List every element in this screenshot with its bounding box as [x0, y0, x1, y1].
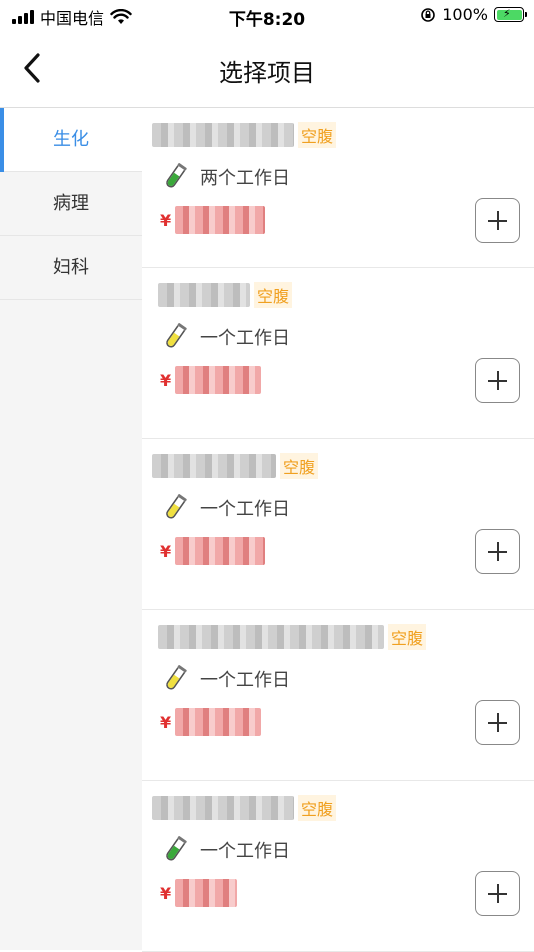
list-item: 空腹 一个工作日 ¥: [142, 268, 534, 439]
test-tube-icon: [166, 665, 187, 690]
fasting-tag: 空腹: [280, 453, 319, 479]
currency-symbol: ¥: [160, 541, 172, 561]
fasting-tag: 空腹: [388, 624, 427, 650]
item-name-redacted: [152, 454, 276, 478]
add-button[interactable]: [475, 358, 520, 403]
test-tube-icon: [166, 494, 187, 519]
test-tube-icon: [166, 163, 187, 188]
list-item: 空腹 一个工作日 ¥: [142, 439, 534, 610]
add-button[interactable]: [475, 700, 520, 745]
sidebar-item-biochemistry[interactable]: 生化: [0, 108, 142, 172]
list-item: 空腹 两个工作日 ¥: [142, 108, 534, 268]
fasting-tag: 空腹: [298, 795, 337, 821]
add-button[interactable]: [475, 871, 520, 916]
list-item: 空腹 一个工作日 ¥: [142, 781, 534, 952]
orientation-lock-icon: [421, 7, 436, 22]
item-list: 空腹 两个工作日 ¥ 空腹 一个工作日 ¥ 空腹 一个工作日 ¥ 空腹 一个工作…: [142, 108, 534, 952]
price-redacted: [175, 206, 266, 234]
nav-bar: 选择项目: [0, 30, 534, 108]
price-redacted: [175, 708, 262, 736]
test-tube-icon: [166, 323, 187, 348]
page-title: 选择项目: [219, 59, 315, 87]
price-redacted: [175, 879, 238, 907]
price-redacted: [175, 537, 266, 565]
fasting-tag: 空腹: [254, 282, 293, 308]
add-button[interactable]: [475, 198, 520, 243]
battery-percent: 100%: [442, 5, 488, 24]
turnaround-time: 一个工作日: [200, 841, 290, 862]
item-name-redacted: [158, 283, 250, 307]
currency-symbol: ¥: [160, 370, 172, 390]
currency-symbol: ¥: [160, 712, 172, 732]
sidebar-item-gynecology[interactable]: 妇科: [0, 236, 142, 300]
turnaround-time: 两个工作日: [200, 168, 290, 189]
item-name-redacted: [152, 123, 294, 147]
test-tube-icon: [166, 836, 187, 861]
price-redacted: [175, 366, 262, 394]
list-item: 空腹 一个工作日 ¥: [142, 610, 534, 781]
sidebar-item-pathology[interactable]: 病理: [0, 172, 142, 236]
status-bar: 中国电信 下午8:20 100% ⚡: [0, 0, 534, 30]
currency-symbol: ¥: [160, 883, 172, 903]
currency-symbol: ¥: [160, 210, 172, 230]
turnaround-time: 一个工作日: [200, 328, 290, 349]
turnaround-time: 一个工作日: [200, 499, 290, 520]
category-sidebar: 生化 病理 妇科: [0, 108, 142, 950]
battery-icon: ⚡: [494, 7, 527, 22]
turnaround-time: 一个工作日: [200, 670, 290, 691]
item-name-redacted: [158, 625, 384, 649]
add-button[interactable]: [475, 529, 520, 574]
fasting-tag: 空腹: [298, 122, 337, 148]
item-name-redacted: [152, 796, 294, 820]
